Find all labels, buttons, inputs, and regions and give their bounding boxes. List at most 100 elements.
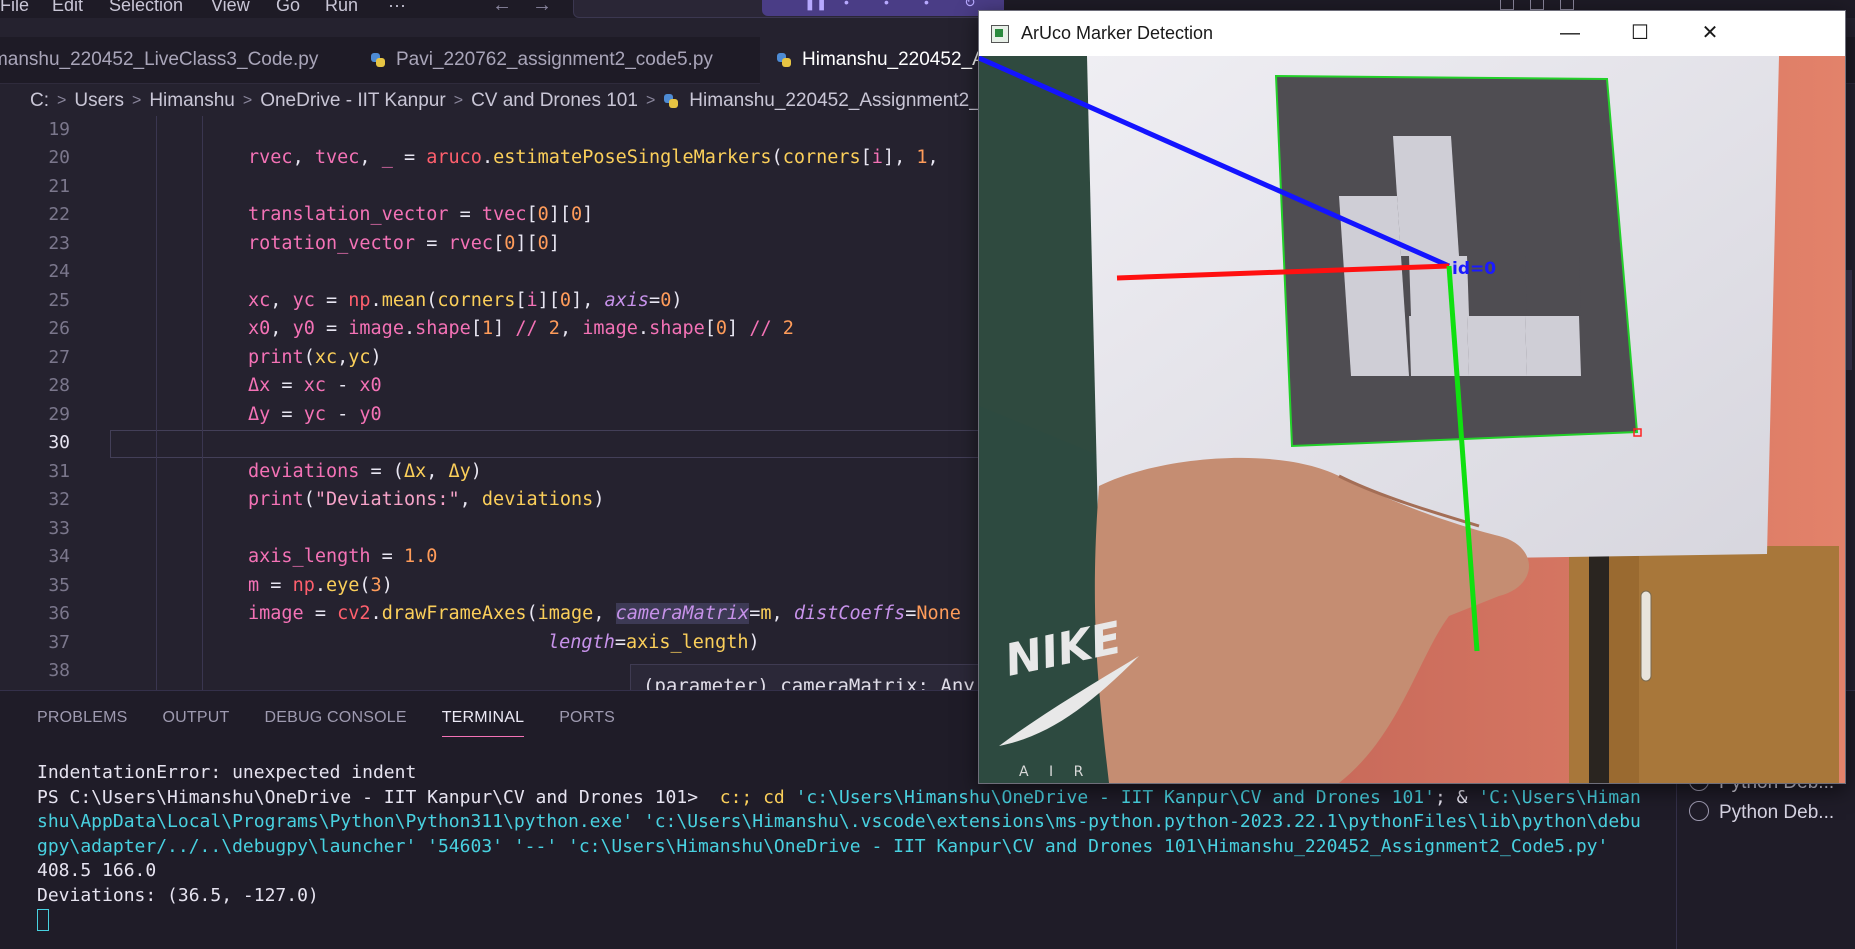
code-line: rotation_vector = rvec[0][0]: [248, 233, 560, 254]
forward-arrow-icon[interactable]: →: [532, 0, 552, 17]
line-number: 32: [48, 489, 70, 510]
chevron-right-icon: >: [453, 92, 464, 109]
line-number: 38: [48, 660, 70, 681]
tab-label: Himanshu_220452_A: [802, 49, 985, 70]
code-line: print("Deviations:", deviations): [248, 489, 605, 510]
code-line: deviations = (Δx, Δy): [248, 461, 482, 482]
shirt-sub-text: A I R: [1019, 764, 1091, 780]
breadcrumb-file[interactable]: Himanshu_220452_Assignment2_C: [689, 90, 993, 112]
tab-liveclass3[interactable]: Himanshu_220452_LiveClass3_Code.py: [0, 37, 359, 83]
line-number: 36: [48, 603, 70, 624]
menu-go[interactable]: Go: [276, 0, 300, 16]
menu-more[interactable]: ···: [388, 0, 406, 16]
terminal-instance[interactable]: Python Deb...: [1689, 801, 1834, 824]
python-file-icon: [776, 52, 792, 68]
marker-id-label: id=0: [1452, 259, 1496, 279]
marker-cell: [1343, 256, 1405, 316]
code-line: image = cv2.drawFrameAxes(image, cameraM…: [248, 603, 961, 624]
tab-output[interactable]: OUTPUT: [163, 709, 230, 737]
tab-himanshu-assignment[interactable]: Himanshu_220452_A: [760, 37, 996, 85]
terminal-cmd-part: cd: [763, 786, 796, 808]
line-number: 26: [48, 318, 70, 339]
tab-terminal[interactable]: TERMINAL: [441, 709, 525, 737]
layout-sidebar-icon[interactable]: [1560, 0, 1574, 10]
maximize-button[interactable]: ☐: [1625, 19, 1655, 47]
terminal-cmd-part: ; &: [1434, 786, 1479, 808]
terminal-output-line: 408.5 166.0: [37, 860, 157, 881]
code-line: Δy = yc - y0: [248, 404, 382, 425]
menu-selection[interactable]: Selection: [109, 0, 183, 16]
marker-cell: [1339, 196, 1401, 256]
code-line: axis_length = 1.0: [248, 546, 438, 567]
breadcrumb-drive[interactable]: C:: [30, 90, 49, 112]
window-titlebar[interactable]: ArUco Marker Detection — ☐ ✕: [979, 11, 1845, 56]
breadcrumb: C: > Users > Himanshu > OneDrive - IIT Kanp…: [30, 86, 994, 116]
layout-toggle-icon[interactable]: [1500, 0, 1514, 10]
tab-ports[interactable]: PORTS: [559, 709, 615, 737]
line-number: 29: [48, 404, 70, 425]
pause-icon[interactable]: ❚❚: [804, 0, 827, 11]
line-number: 35: [48, 575, 70, 596]
tab-pavi-assignment[interactable]: Pavi_220762_assignment2_code5.py: [370, 37, 740, 83]
python-file-icon: [663, 93, 679, 109]
line-number: 28: [48, 375, 70, 396]
line-number: 21: [48, 176, 70, 197]
line-number: 19: [48, 119, 70, 140]
code-line: rvec, tvec, _ = aruco.estimatePoseSingle…: [248, 147, 939, 168]
debug-toolbar[interactable]: ❚❚ • • • ↻: [762, 0, 1004, 16]
marker-cell: [1393, 136, 1455, 196]
tab-problems[interactable]: PROBLEMS: [37, 709, 128, 737]
terminal-output[interactable]: IndentationError: unexpected indent PS C…: [37, 761, 1647, 933]
terminal-cmd-part: c:;: [708, 786, 764, 808]
line-number: 27: [48, 347, 70, 368]
window-title: ArUco Marker Detection: [1021, 23, 1214, 43]
cabinet-handle: [1640, 590, 1652, 682]
line-number: 22: [48, 204, 70, 225]
terminal-error-line: IndentationError: unexpected indent: [37, 762, 417, 783]
back-arrow-icon[interactable]: ←: [492, 0, 512, 17]
code-editor[interactable]: 19 20 rvec, tvec, _ = aruco.estimatePose…: [0, 116, 980, 690]
marker-cell: [1525, 256, 1581, 316]
camera-frame: NIKE A I R id=0: [979, 56, 1845, 783]
marker-cell: [1467, 316, 1527, 376]
debug-icon: [1689, 801, 1709, 821]
tab-debug-console[interactable]: DEBUG CONSOLE: [265, 709, 407, 737]
marker-cell: [1347, 316, 1409, 376]
aruco-window[interactable]: ArUco Marker Detection — ☐ ✕ NIKE A I R …: [978, 10, 1846, 784]
menu-file[interactable]: File: [0, 0, 29, 16]
line-number: 33: [48, 518, 70, 539]
code-line: x0, y0 = image.shape[1] // 2, image.shap…: [248, 318, 794, 339]
chevron-right-icon: >: [57, 92, 67, 109]
breadcrumb-himanshu[interactable]: Himanshu: [149, 90, 235, 112]
line-number: 20: [48, 147, 70, 168]
line-number-current: 30: [48, 432, 70, 453]
chevron-right-icon: >: [242, 92, 253, 109]
tab-label: Pavi_220762_assignment2_code5.py: [396, 49, 713, 70]
marker-cell: [1525, 316, 1581, 376]
close-button[interactable]: ✕: [1695, 19, 1725, 47]
line-number: 23: [48, 233, 70, 254]
layout-panel-icon[interactable]: [1530, 0, 1544, 10]
cabinet-edge: [1609, 556, 1639, 783]
restart-icon[interactable]: ↻: [964, 0, 976, 11]
app-icon: [991, 25, 1009, 43]
line-number: 37: [48, 632, 70, 653]
breadcrumb-folder[interactable]: CV and Drones 101: [471, 90, 638, 112]
chevron-right-icon: >: [645, 92, 656, 109]
step-over-icon[interactable]: •: [844, 0, 849, 10]
terminal-cmd-part: 'c:\Users\Himanshu\OneDrive - IIT Kanpur…: [795, 786, 1435, 808]
menu-edit[interactable]: Edit: [52, 0, 83, 16]
step-out-icon[interactable]: •: [924, 0, 929, 10]
breadcrumb-onedrive[interactable]: OneDrive - IIT Kanpur: [260, 90, 446, 112]
python-file-icon: [370, 52, 386, 68]
menu-view[interactable]: View: [211, 0, 250, 16]
menu-run[interactable]: Run: [325, 0, 358, 16]
chevron-right-icon: >: [131, 92, 142, 109]
step-into-icon[interactable]: •: [884, 0, 889, 10]
minimize-button[interactable]: —: [1555, 19, 1585, 47]
code-line: m = np.eye(3): [248, 575, 393, 596]
terminal-cursor: [37, 909, 49, 931]
marker-cell: [1409, 316, 1469, 376]
code-line: Δx = xc - x0: [248, 375, 382, 396]
breadcrumb-users[interactable]: Users: [74, 90, 124, 112]
